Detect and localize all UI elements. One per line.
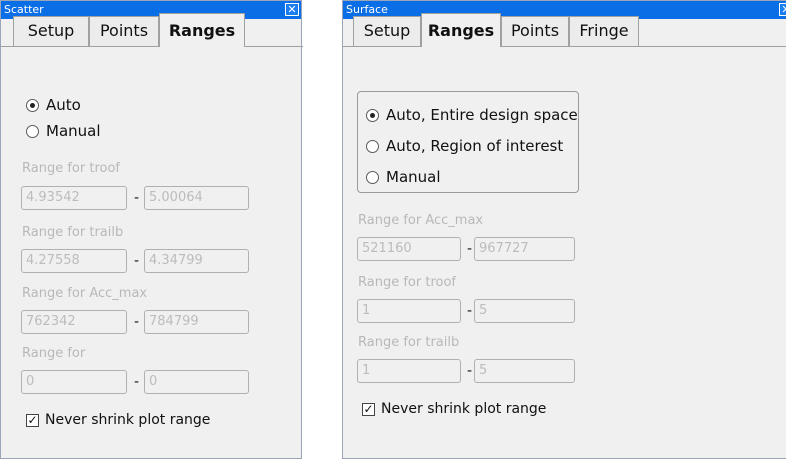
- range-dash: -: [134, 253, 140, 269]
- radio-auto-indicator: [26, 98, 39, 112]
- surface-title: Surface: [346, 3, 388, 16]
- range-label-empty: Range for: [22, 346, 86, 361]
- range-dash: -: [134, 314, 140, 330]
- radio-manual[interactable]: Manual: [26, 122, 101, 140]
- range-max-trailb[interactable]: 4.34799: [144, 249, 249, 273]
- range-max-empty[interactable]: 0: [144, 370, 249, 394]
- range-label-trailb: Range for trailb: [22, 225, 124, 240]
- close-icon[interactable]: ✕: [285, 3, 299, 16]
- close-icon[interactable]: ✕: [779, 3, 786, 16]
- range-max-trailb[interactable]: 5: [474, 359, 575, 383]
- tab-points[interactable]: Points: [89, 16, 159, 46]
- radio-manual-indicator: [26, 124, 39, 138]
- range-min-troof[interactable]: 1: [357, 299, 461, 323]
- range-dash: -: [467, 303, 473, 319]
- range-label-trailb: Range for trailb: [358, 335, 460, 350]
- scatter-title: Scatter: [4, 3, 44, 16]
- range-min-troof[interactable]: 4.93542: [21, 186, 127, 210]
- radio-auto-region-indicator: [366, 139, 379, 153]
- tab-ranges[interactable]: Ranges: [159, 13, 245, 47]
- radio-auto-region[interactable]: Auto, Region of interest: [366, 137, 563, 155]
- tab-setup[interactable]: Setup: [13, 16, 89, 46]
- radio-auto-region-label: Auto, Region of interest: [386, 137, 564, 155]
- tab-fringe[interactable]: Fringe: [569, 16, 639, 46]
- radio-manual[interactable]: Manual: [366, 168, 441, 186]
- range-min-empty[interactable]: 0: [21, 370, 127, 394]
- range-label-acc-max: Range for Acc_max: [22, 286, 148, 301]
- range-max-troof[interactable]: 5: [474, 299, 575, 323]
- surface-panel: Surface ✕ Setup Ranges Points Fringe Aut…: [342, 0, 786, 459]
- tab-ranges[interactable]: Ranges: [421, 13, 501, 47]
- scatter-panel: Scatter ✕ Setup Points Ranges Auto Manua…: [0, 0, 303, 459]
- tab-divider: [1, 46, 303, 47]
- range-label-acc-max: Range for Acc_max: [358, 213, 484, 228]
- radio-auto-label: Auto: [46, 96, 81, 114]
- never-shrink-label: Never shrink plot range: [381, 401, 547, 417]
- tab-points[interactable]: Points: [501, 16, 569, 46]
- radio-auto[interactable]: Auto: [26, 96, 81, 114]
- range-dash: -: [467, 363, 473, 379]
- range-min-trailb[interactable]: 1: [357, 359, 461, 383]
- range-dash: -: [134, 374, 140, 390]
- never-shrink-checkbox[interactable]: ✓ Never shrink plot range: [26, 412, 210, 428]
- checkmark-icon: ✓: [26, 412, 39, 427]
- range-dash: -: [134, 190, 140, 206]
- radio-auto-entire[interactable]: Auto, Entire design space: [366, 106, 578, 124]
- radio-manual-indicator: [366, 170, 379, 184]
- tab-divider: [343, 46, 786, 47]
- range-min-acc-max[interactable]: 521160: [357, 237, 461, 261]
- range-label-troof: Range for troof: [22, 161, 120, 176]
- radio-auto-entire-label: Auto, Entire design space: [386, 106, 578, 124]
- radio-auto-entire-indicator: [366, 108, 379, 122]
- never-shrink-label: Never shrink plot range: [45, 412, 211, 428]
- never-shrink-checkbox[interactable]: ✓ Never shrink plot range: [362, 401, 546, 417]
- radio-manual-label: Manual: [386, 168, 441, 186]
- range-label-troof: Range for troof: [358, 275, 456, 290]
- tab-setup[interactable]: Setup: [353, 16, 421, 46]
- range-max-acc-max[interactable]: 967727: [474, 237, 575, 261]
- range-min-acc-max[interactable]: 762342: [21, 310, 127, 334]
- range-min-trailb[interactable]: 4.27558: [21, 249, 127, 273]
- radio-manual-label: Manual: [46, 122, 101, 140]
- range-max-acc-max[interactable]: 784799: [144, 310, 249, 334]
- checkmark-icon: ✓: [362, 401, 375, 416]
- range-dash: -: [467, 241, 473, 257]
- range-max-troof[interactable]: 5.00064: [144, 186, 249, 210]
